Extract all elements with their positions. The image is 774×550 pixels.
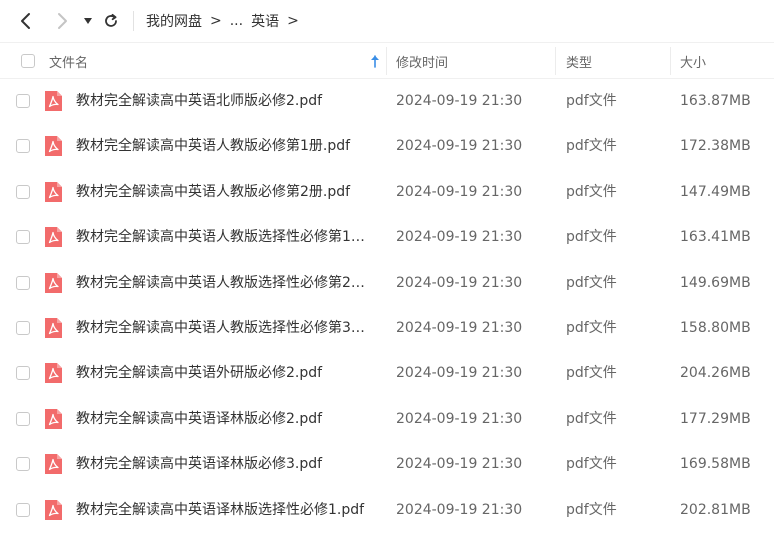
file-type: pdf文件 [566, 229, 617, 246]
file-modified-time: 2024-09-19 21:30 [396, 320, 523, 336]
breadcrumb-separator: > [287, 13, 299, 29]
file-modified-time: 2024-09-19 21:30 [396, 229, 523, 246]
file-row[interactable]: 教材完全解读高中英语人教版必修第2册.pdf 2024-09-19 21:30 pd… [0, 170, 774, 215]
back-button[interactable] [14, 9, 38, 33]
column-divider[interactable] [555, 47, 556, 75]
row-checkbox[interactable] [16, 139, 30, 154]
file-name[interactable]: 教材完全解读高中英语人教版必修第1册.pdf [76, 124, 376, 169]
dropdown-icon [84, 18, 92, 24]
pdf-file-icon [45, 227, 62, 248]
forward-button[interactable] [50, 9, 74, 33]
row-checkbox[interactable] [16, 411, 30, 426]
file-row[interactable]: 教材完全解读高中英语人教版选择性必修第2册.... 2024-09-19 21:3… [0, 261, 774, 306]
history-dropdown-button[interactable] [76, 9, 100, 33]
column-header-type[interactable]: 类型 [566, 43, 592, 79]
file-size: 158.80MB [680, 320, 751, 336]
row-checkbox[interactable] [16, 275, 30, 290]
breadcrumb-ellipsis[interactable]: ... [230, 13, 243, 29]
file-type: pdf文件 [566, 93, 617, 109]
row-checkbox[interactable] [16, 321, 30, 335]
file-row[interactable]: 教材完全解读高中英语外研版必修2.pdf 2024-09-19 21:30 pdf文… [0, 351, 774, 396]
file-size: 163.87MB [680, 93, 751, 109]
breadcrumb: 我的网盘 > ... 英语 > [146, 0, 307, 42]
file-type: pdf文件 [566, 138, 617, 155]
refresh-button[interactable] [99, 9, 123, 33]
breadcrumb-separator: > [210, 13, 222, 29]
file-row[interactable]: 教材完全解读高中英语人教版选择性必修第3册.... 2024-09-19 21:3… [0, 306, 774, 351]
toolbar: 我的网盘 > ... 英语 > [0, 0, 774, 42]
column-header-name[interactable]: 文件名 [49, 43, 88, 79]
file-size: 163.41MB [680, 229, 751, 246]
select-all-checkbox[interactable] [21, 54, 35, 68]
file-name[interactable]: 教材完全解读高中英语人教版必修第2册.pdf [76, 170, 376, 215]
row-checkbox[interactable] [16, 457, 30, 472]
file-name[interactable]: 教材完全解读高中英语译林版必修2.pdf [76, 397, 376, 442]
back-icon [21, 13, 30, 29]
pdf-file-icon [45, 363, 62, 384]
breadcrumb-current[interactable]: 英语 [251, 11, 279, 31]
file-name[interactable]: 教材完全解读高中英语北师版必修2.pdf [76, 79, 376, 124]
file-row[interactable]: 教材完全解读高中英语译林版必修3.pdf 2024-09-19 21:30 pdf文… [0, 442, 774, 487]
pdf-file-icon [45, 454, 62, 475]
file-modified-time: 2024-09-19 21:30 [396, 183, 523, 200]
file-type: pdf文件 [566, 501, 617, 518]
file-modified-time: 2024-09-19 21:30 [396, 501, 523, 518]
pdf-file-icon [45, 408, 62, 429]
file-name[interactable]: 教材完全解读高中英语人教版选择性必修第2册.... [76, 261, 376, 306]
pdf-file-icon [45, 499, 62, 520]
sort-ascending-icon[interactable] [369, 54, 381, 68]
row-checkbox[interactable] [16, 366, 30, 381]
file-modified-time: 2024-09-19 21:30 [396, 365, 523, 382]
file-row[interactable]: 教材完全解读高中英语人教版必修第1册.pdf 2024-09-19 21:30 pd… [0, 124, 774, 169]
file-name[interactable]: 教材完全解读高中英语译林版选择性必修1.pdf [76, 488, 376, 533]
file-type: pdf文件 [566, 456, 617, 473]
file-size: 147.49MB [680, 183, 751, 200]
file-size: 172.38MB [680, 138, 751, 155]
file-type: pdf文件 [566, 320, 617, 336]
file-row[interactable]: 教材完全解读高中英语北师版必修2.pdf 2024-09-19 21:30 pdf文… [0, 79, 774, 124]
file-name[interactable]: 教材完全解读高中英语译林版必修3.pdf [76, 442, 376, 487]
column-divider[interactable] [670, 47, 671, 75]
row-checkbox[interactable] [16, 502, 30, 517]
pdf-file-icon [45, 91, 62, 111]
file-row[interactable]: 教材完全解读高中英语译林版必修2.pdf 2024-09-19 21:30 pdf文… [0, 397, 774, 442]
file-name[interactable]: 教材完全解读高中英语人教版选择性必修第1册.... [76, 215, 376, 260]
file-size: 177.29MB [680, 410, 751, 427]
file-row[interactable]: 教材完全解读高中英语译林版选择性必修1.pdf 2024-09-19 21:30 p… [0, 488, 774, 533]
column-header-modified[interactable]: 修改时间 [396, 43, 448, 79]
file-modified-time: 2024-09-19 21:30 [396, 93, 523, 109]
file-size: 149.69MB [680, 274, 751, 291]
file-size: 169.58MB [680, 456, 751, 473]
file-modified-time: 2024-09-19 21:30 [396, 138, 523, 155]
row-checkbox[interactable] [16, 230, 30, 245]
file-name[interactable]: 教材完全解读高中英语人教版选择性必修第3册.... [76, 306, 376, 351]
file-type: pdf文件 [566, 410, 617, 427]
select-all-cell [21, 43, 35, 79]
file-modified-time: 2024-09-19 21:30 [396, 410, 523, 427]
file-size: 202.81MB [680, 501, 751, 518]
pdf-file-icon [45, 136, 62, 157]
file-size: 204.26MB [680, 365, 751, 382]
refresh-icon [105, 13, 117, 27]
row-checkbox[interactable] [16, 184, 30, 199]
forward-icon [58, 13, 67, 29]
file-modified-time: 2024-09-19 21:30 [396, 456, 523, 473]
breadcrumb-root[interactable]: 我的网盘 [146, 11, 202, 31]
column-divider[interactable] [386, 47, 387, 75]
file-type: pdf文件 [566, 365, 617, 382]
file-type: pdf文件 [566, 274, 617, 291]
row-checkbox[interactable] [16, 94, 30, 108]
file-list-header: 文件名 修改时间 类型 大小 [0, 42, 774, 79]
column-header-size[interactable]: 大小 [680, 43, 706, 79]
pdf-file-icon [45, 272, 62, 293]
file-modified-time: 2024-09-19 21:30 [396, 274, 523, 291]
file-name[interactable]: 教材完全解读高中英语外研版必修2.pdf [76, 351, 376, 396]
file-type: pdf文件 [566, 183, 617, 200]
toolbar-divider [133, 11, 134, 31]
file-row[interactable]: 教材完全解读高中英语人教版选择性必修第1册.... 2024-09-19 21:3… [0, 215, 774, 260]
pdf-file-icon [45, 181, 62, 202]
pdf-file-icon [45, 318, 62, 338]
